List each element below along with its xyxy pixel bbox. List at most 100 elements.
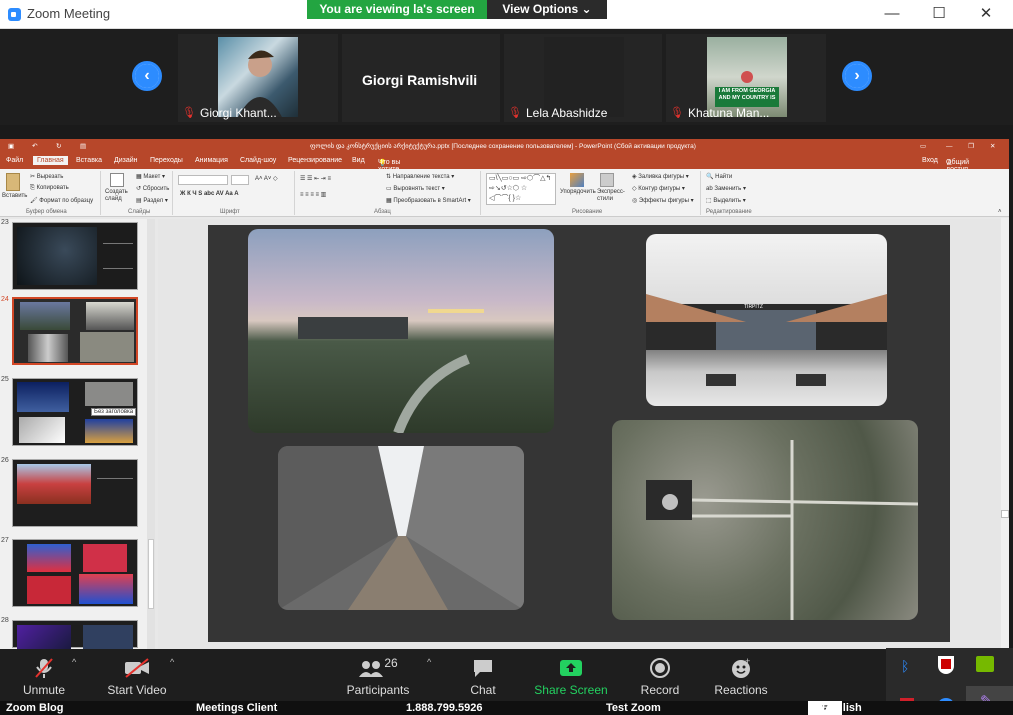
thumbnail-scrollbar[interactable] xyxy=(147,219,155,649)
reactions-icon: + xyxy=(732,657,750,678)
arrange-icon[interactable] xyxy=(570,173,584,187)
slide-thumbnail[interactable] xyxy=(12,222,138,290)
reactions-button[interactable]: + Reactions xyxy=(712,657,770,697)
title-bar: Zoom Meeting You are viewing la's screen… xyxy=(0,0,1013,29)
replace-button[interactable]: ab Заменить ▾ xyxy=(706,185,746,192)
tab-insert[interactable]: Вставка xyxy=(76,157,102,164)
taskbar-test-zoom[interactable]: Test Zoom xyxy=(606,701,661,715)
next-page-button[interactable]: › xyxy=(842,61,872,91)
font-format-buttons[interactable]: Ж К Ч S abc AV Aa A xyxy=(180,191,239,197)
align-buttons[interactable]: ≡ ≡ ≡ ≡ ▥ xyxy=(300,191,326,198)
text-direction-button[interactable]: ⇅ Направление текста ▾ xyxy=(386,173,454,180)
quick-styles-icon[interactable] xyxy=(600,173,614,187)
slide-photo-concrete-corridor[interactable] xyxy=(278,446,524,610)
tab-view[interactable]: Вид xyxy=(352,157,365,164)
record-icon xyxy=(650,658,670,678)
slide-scrollbar[interactable] xyxy=(1001,218,1009,648)
quick-styles-button[interactable]: Экспресс-стили xyxy=(597,189,627,203)
minimize-button[interactable]: — xyxy=(882,4,902,24)
participant-name: Lela Abashidze xyxy=(526,106,608,120)
smartart-button[interactable]: ▦ Преобразовать в SmartArt ▾ xyxy=(386,197,471,204)
participants-button[interactable]: 26 Participants xyxy=(344,656,412,697)
close-button[interactable]: ✕ xyxy=(976,4,996,24)
bluetooth-icon[interactable]: ᛒ xyxy=(901,658,909,674)
reset-button[interactable]: ↺ Сбросить xyxy=(136,185,169,192)
layout-button[interactable]: ▦ Макет ▾ xyxy=(136,173,165,180)
redo-icon[interactable]: ↻ xyxy=(56,139,61,155)
collapse-ribbon-icon[interactable]: ˄ xyxy=(998,209,1002,215)
unmute-button[interactable]: Unmute xyxy=(16,657,72,697)
record-button[interactable]: Record xyxy=(638,657,682,697)
ppt-close[interactable]: ✕ xyxy=(990,139,995,155)
paste-icon[interactable] xyxy=(6,173,20,191)
shape-effects-button[interactable]: ◎ Эффекты фигуры ▾ xyxy=(632,197,694,204)
group-label-slides: Слайды xyxy=(128,209,151,215)
shapes-gallery[interactable]: ▭\╲▭○▭ ⇨⬡⌒△↰ ⇨↘↺☆⬡ ☆ ◁⌒⌒{ }☆ xyxy=(486,173,556,205)
tab-review[interactable]: Рецензирование xyxy=(288,157,342,164)
format-painter-button[interactable]: 🖌 Формат по образцу xyxy=(30,197,93,204)
slide-number: 27 xyxy=(1,537,9,544)
new-slide-icon[interactable] xyxy=(110,173,124,187)
list-buttons[interactable]: ☰ ☰ ⇤ ⇥ ≡ xyxy=(300,175,331,182)
slide-number: 28 xyxy=(1,617,9,624)
align-text-button[interactable]: ▭ Выровнять текст ▾ xyxy=(386,185,445,192)
participant-video xyxy=(544,37,624,117)
copy-button[interactable]: ⎘ Копировать xyxy=(30,185,69,192)
cut-button[interactable]: ✂ Вырезать xyxy=(30,173,63,180)
participant-tile[interactable]: 🎙 Giorgi Khant... xyxy=(178,34,338,122)
font-size-select[interactable] xyxy=(231,175,249,185)
maximize-button[interactable]: ☐ xyxy=(929,4,949,24)
find-button[interactable]: 🔍 Найти xyxy=(706,173,732,180)
slide-photo-aerial-view[interactable] xyxy=(612,420,918,620)
slide-photo-bunker-landscape[interactable] xyxy=(248,229,554,433)
tab-design[interactable]: Дизайн xyxy=(114,157,138,164)
sign-in-link[interactable]: Вход xyxy=(922,157,938,164)
current-slide[interactable]: TIRPITZ xyxy=(208,225,950,642)
video-options-caret[interactable]: ^ xyxy=(170,657,174,667)
ppt-minimize[interactable]: — xyxy=(946,139,953,155)
shape-outline-button[interactable]: ◇ Контур фигуры ▾ xyxy=(632,185,685,192)
ribbon-options-icon[interactable]: ▭ xyxy=(920,139,926,155)
tab-file[interactable]: Файл xyxy=(6,157,23,164)
ppt-restore[interactable]: ❐ xyxy=(968,139,974,155)
participants-caret[interactable]: ^ xyxy=(427,657,431,667)
tab-home[interactable]: Главная xyxy=(33,156,68,165)
shape-fill-button[interactable]: ◈ Заливка фигуры ▾ xyxy=(632,173,689,180)
participant-tile[interactable]: Giorgi Ramishvili xyxy=(342,34,500,122)
participant-tile[interactable]: I AM FROM GEORGIA AND MY COUNTRY IS 🎙 Kh… xyxy=(666,34,826,122)
language-select[interactable]: English ▾ xyxy=(808,701,862,715)
slide-thumbnail[interactable]: Без заголовка xyxy=(12,378,138,446)
prev-page-button[interactable]: ‹ xyxy=(132,61,162,91)
window-title: Zoom Meeting xyxy=(27,6,111,21)
slideshow-icon[interactable]: ▤ xyxy=(80,139,86,155)
save-icon[interactable]: ▣ xyxy=(8,139,14,155)
start-video-button[interactable]: Start Video xyxy=(104,657,170,697)
font-name-select[interactable] xyxy=(178,175,228,185)
nvidia-icon[interactable] xyxy=(976,656,994,672)
section-button[interactable]: ▤ Раздел ▾ xyxy=(136,197,168,204)
tab-transitions[interactable]: Переходы xyxy=(150,157,183,164)
arrange-button[interactable]: Упорядочить xyxy=(560,189,596,195)
chat-button[interactable]: Chat xyxy=(462,657,504,697)
audio-options-caret[interactable]: ^ xyxy=(72,657,76,667)
svg-text:+: + xyxy=(745,657,750,666)
slide-thumbnail[interactable] xyxy=(12,459,138,527)
tab-animation[interactable]: Анимация xyxy=(195,157,228,164)
paste-button[interactable]: Вставить xyxy=(2,193,27,199)
share-screen-button[interactable]: Share Screen xyxy=(534,657,608,697)
participant-tile[interactable]: 🎙 Lela Abashidze xyxy=(504,34,662,122)
slide-photo-museum-entrance[interactable]: TIRPITZ xyxy=(646,234,887,406)
new-slide-button[interactable]: Создать слайд xyxy=(105,189,129,203)
slide-thumbnail-selected[interactable] xyxy=(12,297,138,365)
select-button[interactable]: ⬚ Выделить ▾ xyxy=(706,197,746,204)
taskbar-zoom-blog[interactable]: Zoom Blog xyxy=(6,701,63,715)
taskbar-meetings-client[interactable]: Meetings Client xyxy=(196,701,277,715)
tab-slideshow[interactable]: Слайд-шоу xyxy=(240,157,276,164)
slide-thumbnail[interactable] xyxy=(12,539,138,607)
slide-thumbnail[interactable] xyxy=(12,620,138,649)
view-options-button[interactable]: View Options ⌄ xyxy=(487,0,607,19)
ppt-document-title: ფოლის და კონსტრუქციის არქიტექტურა.pptx [… xyxy=(310,143,696,150)
security-shield-icon[interactable] xyxy=(938,656,954,674)
undo-icon[interactable]: ↶ xyxy=(32,139,37,155)
font-size-buttons[interactable]: A˄ A˅ ◇ xyxy=(255,175,278,182)
